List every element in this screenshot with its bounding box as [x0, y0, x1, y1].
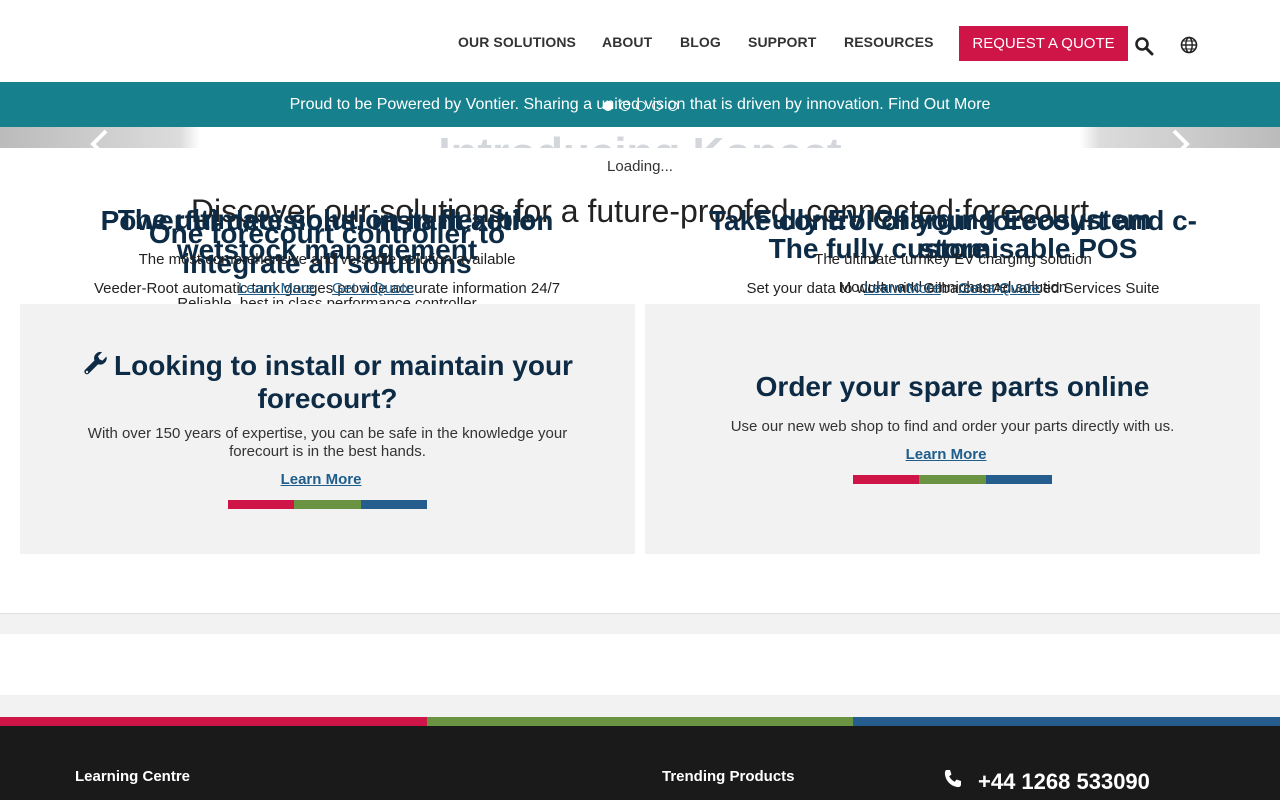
install-maintain-learn-more[interactable]: Learn More	[270, 471, 372, 488]
install-maintain-title: Looking to install or maintain your fore…	[114, 350, 573, 414]
hero-ghost-title: Introducing Konect	[0, 132, 1280, 148]
slide-right-get-quote[interactable]: Get a Quote	[958, 280, 1040, 297]
globe-icon[interactable]	[1180, 36, 1202, 58]
chevron-left-icon[interactable]	[88, 128, 112, 160]
section-divider	[0, 613, 1280, 634]
install-maintain-card: Looking to install or maintain your fore…	[20, 304, 635, 554]
slide-left-get-quote[interactable]: Get a Quote	[332, 280, 414, 297]
footer-trending-products[interactable]: Trending Products	[662, 768, 795, 785]
slide-left-sub-a: The most comprehensive and versatile sol…	[138, 251, 516, 268]
slide-right-sub-a: The ultimate turnkey EV charging solutio…	[814, 251, 1092, 268]
footer-learning-centre[interactable]: Learning Centre	[75, 768, 190, 785]
nav-support[interactable]: SUPPORT	[748, 34, 816, 50]
spare-parts-text: Use our new web shop to find and order y…	[730, 418, 1175, 435]
announcement-text: Proud to be Powered by Vontier. Sharing …	[289, 96, 884, 113]
slide-right-learn-more[interactable]: Learn More	[864, 280, 941, 297]
install-maintain-text: With over 150 years of expertise, you ca…	[87, 425, 568, 460]
find-out-more-link[interactable]: Find Out More	[888, 96, 990, 113]
nav-blog[interactable]: BLOG	[680, 34, 721, 50]
site-header: OUR SOLUTIONS ABOUT BLOG SUPPORT RESOURC…	[0, 0, 1280, 82]
spare-parts-learn-more[interactable]: Learn More	[895, 446, 997, 463]
card-color-bar	[228, 500, 427, 509]
carousel-slides: Discover our solutions for a future-proo…	[0, 185, 1280, 305]
wrench-icon	[82, 350, 110, 384]
spare-parts-title: Order your spare parts online	[755, 371, 1150, 402]
footer-phone-number[interactable]: +44 1268 533090	[978, 769, 1150, 795]
request-quote-button[interactable]: REQUEST A QUOTE	[959, 26, 1128, 61]
nav-our-solutions[interactable]: OUR SOLUTIONS	[458, 34, 576, 50]
carousel-dot-3[interactable]	[636, 101, 646, 111]
carousel-dot-4[interactable]	[652, 101, 662, 111]
slide-right-sub-c: Set your data to work with Gilbarco's Ad…	[746, 280, 1160, 297]
carousel-dot-1[interactable]	[603, 101, 613, 111]
install-maintain-heading: Looking to install or maintain your fore…	[80, 350, 575, 414]
search-icon[interactable]	[1134, 36, 1156, 58]
slide-left-learn-more[interactable]: Learn More	[238, 280, 315, 297]
nav-about[interactable]: ABOUT	[602, 34, 652, 50]
footer-color-stripe	[0, 717, 1280, 726]
chevron-right-icon[interactable]	[1170, 128, 1194, 160]
nav-resources[interactable]: RESOURCES	[844, 34, 934, 50]
slide-right-title-c: Take control of your forecourt and c-	[709, 205, 1197, 236]
pre-footer-band	[0, 695, 1280, 717]
carousel-dot-5[interactable]	[668, 101, 678, 111]
carousel-dot-2[interactable]	[620, 101, 630, 111]
spare-parts-card: Order your spare parts online Use our ne…	[645, 304, 1260, 554]
site-footer: Learning Centre Trending Products +44 12…	[0, 726, 1280, 800]
loading-text: Loading...	[607, 158, 673, 175]
phone-icon	[942, 768, 964, 795]
card-color-bar	[853, 475, 1052, 484]
